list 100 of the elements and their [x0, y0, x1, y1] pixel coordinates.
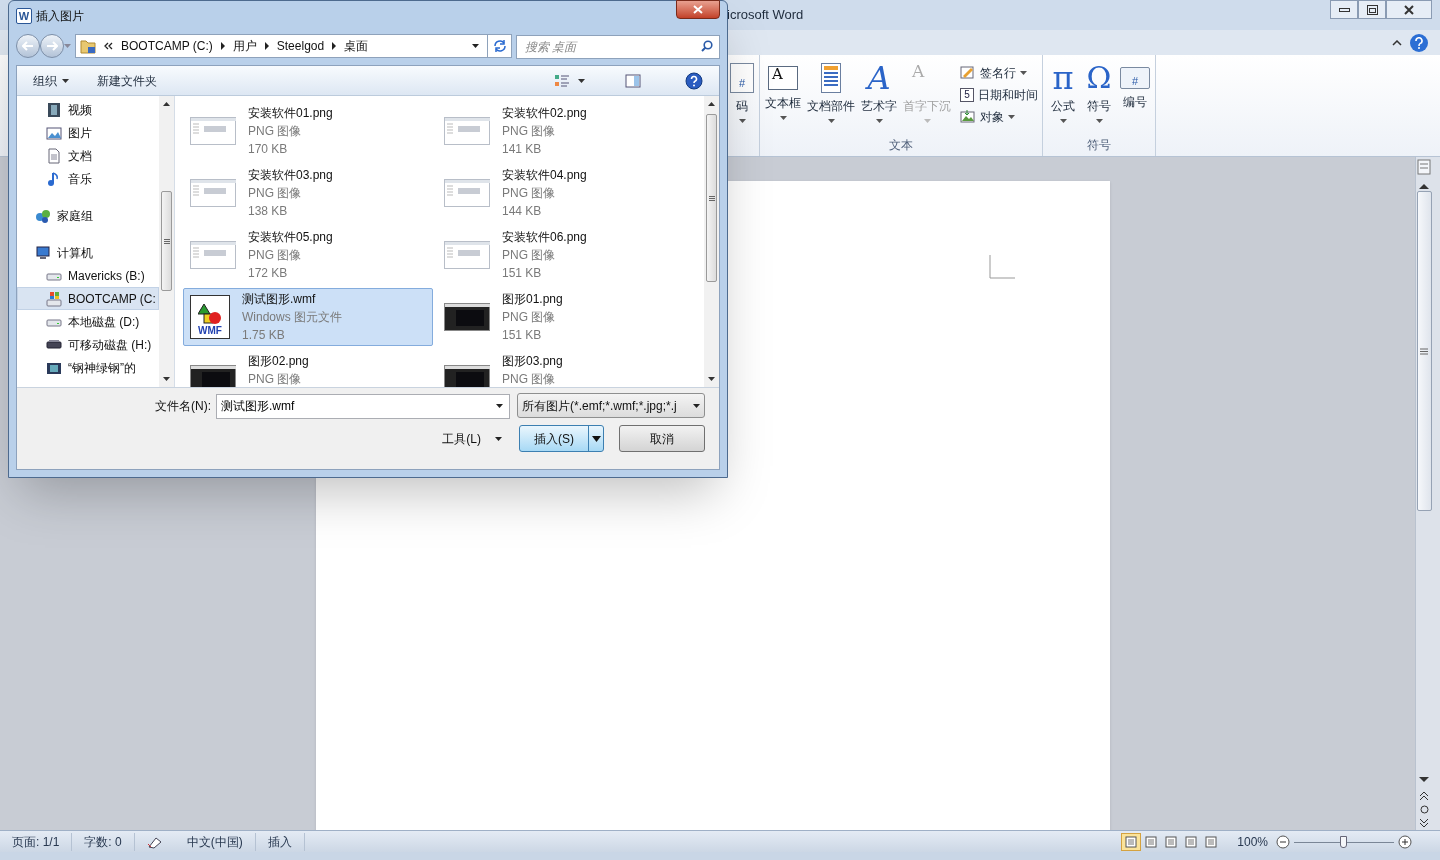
screenshot-thumbnail	[444, 115, 490, 147]
dark-screenshot-thumbnail	[444, 363, 490, 387]
file-item[interactable]: 安装软件05.png PNG 图像 172 KB	[183, 226, 433, 284]
web-layout-icon	[1165, 835, 1178, 848]
nav-item[interactable]: 视频	[17, 98, 159, 121]
nav-item[interactable]: “钢神绿钢”的	[17, 356, 159, 379]
file-type: PNG 图像	[502, 247, 557, 264]
file-item[interactable]: 安装软件04.png PNG 图像 144 KB	[437, 164, 687, 222]
app-icon: W	[16, 8, 32, 24]
forward-button[interactable]	[40, 34, 64, 58]
omega-icon: Ω	[1084, 63, 1114, 93]
breadcrumb-item[interactable]: BOOTCAMP (C:)	[121, 37, 213, 55]
nav-item[interactable]: 家庭组	[17, 204, 159, 227]
help-button[interactable]	[685, 71, 703, 90]
scroll-down-icon	[163, 377, 170, 381]
caret-icon	[578, 78, 585, 83]
preview-pane-button[interactable]	[625, 73, 641, 88]
close-icon	[1404, 4, 1414, 15]
ribbon-small-button[interactable]: 对象	[960, 107, 1038, 126]
back-button[interactable]	[16, 34, 40, 58]
nav-item[interactable]: 音乐	[17, 167, 159, 190]
filename-field[interactable]: 测试图形.wmf	[216, 394, 510, 419]
file-size: 141 KB	[502, 141, 543, 158]
group-label: 符号	[1087, 137, 1111, 154]
scroll-down-icon	[1419, 777, 1429, 783]
ribbon-small-button[interactable]: 5 日期和时间	[960, 85, 1038, 104]
collapse-ribbon-icon	[1392, 39, 1402, 46]
computer-icon	[35, 244, 51, 261]
refresh-icon	[492, 40, 507, 52]
dark-screenshot-thumbnail	[190, 363, 236, 387]
picture-icon	[46, 124, 62, 141]
help-button[interactable]	[1410, 33, 1428, 52]
search-field[interactable]: 搜索 桌面	[516, 35, 720, 59]
file-type: PNG 图像	[502, 185, 557, 202]
toolbar-button[interactable]: 新建文件夹	[97, 71, 157, 90]
page-number-icon: #	[730, 63, 754, 93]
close-button[interactable]	[1386, 0, 1432, 19]
cancel-button[interactable]: 取消	[619, 425, 705, 452]
file-item[interactable]: WMF 测试图形.wmf Windows 图元文件 1.75 KB	[183, 288, 433, 346]
ribbon-small-button[interactable]: 签名行	[960, 63, 1038, 82]
help-icon	[1415, 36, 1423, 49]
scrollbar-thumb[interactable]	[706, 114, 717, 282]
view-options-button[interactable]	[554, 73, 585, 88]
grip-icon	[1420, 347, 1428, 355]
ribbon-button[interactable]: π 公式	[1047, 59, 1079, 135]
caret-icon	[496, 404, 503, 408]
breadcrumb-item[interactable]: 用户	[232, 37, 257, 55]
scrollbar-thumb[interactable]	[1416, 191, 1432, 511]
view-list-icon	[554, 73, 570, 88]
number-icon: #	[1120, 67, 1150, 89]
file-type: PNG 图像	[248, 185, 303, 202]
address-bar[interactable]: BOOTCAMP (C:) 用户 Steelgod 桌面	[75, 34, 512, 58]
insert-button[interactable]: 插入(S)	[519, 425, 604, 452]
file-name: 安装软件02.png	[502, 105, 587, 122]
nav-item[interactable]: 文档	[17, 144, 159, 167]
file-type: PNG 图像	[248, 123, 303, 140]
nav-item[interactable]: Mavericks (B:)	[17, 264, 159, 287]
minimize-button[interactable]	[1330, 0, 1358, 19]
maximize-button[interactable]	[1358, 0, 1386, 19]
ribbon-button[interactable]: Ω 符号	[1083, 59, 1115, 135]
nav-item[interactable]: BOOTCAMP (C:	[17, 287, 159, 310]
breadcrumb-item[interactable]: 桌面	[344, 37, 369, 55]
close-button[interactable]	[676, 0, 720, 19]
film-icon	[46, 101, 62, 118]
status-text: 中文(中国)	[174, 832, 256, 851]
file-item[interactable]: 安装软件01.png PNG 图像 170 KB	[183, 102, 433, 160]
field-label: 文件名(N):	[155, 397, 211, 415]
document-icon	[46, 147, 62, 164]
ribbon-button[interactable]: 文档部件	[806, 59, 856, 135]
text-box-icon: A	[768, 66, 798, 90]
file-type-dropdown[interactable]: 所有图片(*.emf;*.wmf;*.jpg;*.j	[517, 393, 705, 418]
caret-icon	[1008, 114, 1015, 119]
ribbon-button[interactable]: A 文本框	[764, 59, 802, 135]
close-icon	[693, 5, 703, 14]
zoom-slider-thumb[interactable]	[1340, 835, 1347, 848]
scrollbar-thumb[interactable]	[161, 191, 172, 291]
file-name: 安装软件03.png	[248, 167, 333, 184]
nav-item[interactable]: 图片	[17, 121, 159, 144]
zoom-slider[interactable]	[1294, 834, 1394, 849]
tools-button[interactable]: 工具(L)	[442, 429, 502, 448]
nav-item[interactable]: 本地磁盘 (D:)	[17, 310, 159, 333]
nav-item[interactable]: 计算机	[17, 241, 159, 264]
file-size: 144 KB	[502, 203, 543, 220]
ribbon-button[interactable]: # 编号	[1119, 59, 1151, 135]
ribbon-button[interactable]: # 码	[729, 59, 755, 135]
toolbar-button[interactable]: 组织	[33, 71, 69, 90]
file-item[interactable]: 图形01.png PNG 图像 151 KB	[437, 288, 687, 346]
file-item[interactable]: 安装软件06.png PNG 图像 151 KB	[437, 226, 687, 284]
windows-drive-icon	[46, 290, 62, 307]
ribbon-button[interactable]: A 艺术字	[860, 59, 898, 135]
file-type: PNG 图像	[502, 371, 557, 387]
file-size: 172 KB	[248, 265, 289, 282]
nav-item[interactable]: 可移动磁盘 (H:)	[17, 333, 159, 356]
minimize-icon	[1338, 7, 1350, 12]
reading-layout-icon	[1145, 835, 1158, 848]
file-item[interactable]: 安装软件03.png PNG 图像 138 KB	[183, 164, 433, 222]
file-item[interactable]: 安装软件02.png PNG 图像 141 KB	[437, 102, 687, 160]
file-type: PNG 图像	[248, 371, 303, 387]
print-layout-view-button[interactable]	[1121, 832, 1142, 851]
breadcrumb-item[interactable]: Steelgod	[276, 37, 325, 55]
